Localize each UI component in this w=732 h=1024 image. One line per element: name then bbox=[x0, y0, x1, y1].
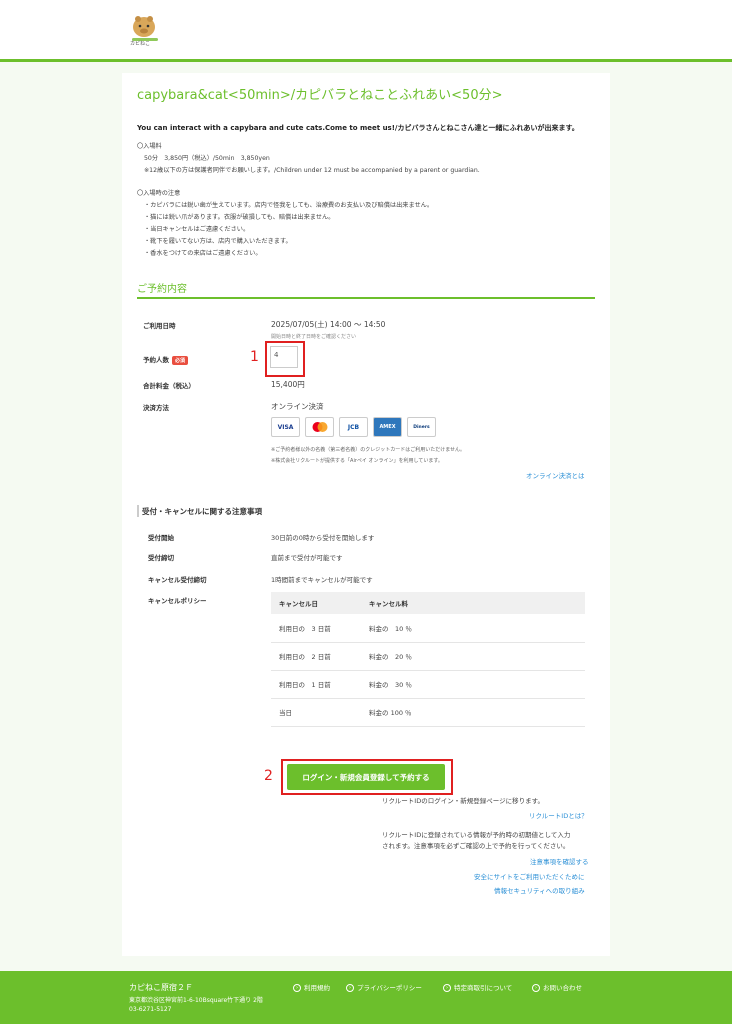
note-item: ・当日キャンセルはご遠慮ください。 bbox=[144, 226, 250, 233]
people-count-input[interactable]: 4 bbox=[270, 346, 298, 368]
safe-use-link[interactable]: 安全にサイトをご利用いただくために bbox=[474, 871, 585, 881]
table-row: 当日 料金の 100 ％ bbox=[271, 698, 585, 727]
annotation-number-1: 1 bbox=[250, 349, 259, 365]
footer-address: 東京都渋谷区神宮前1-6-10Bsquare竹下通り 2階 bbox=[129, 997, 263, 1004]
fee-line-2: ※12歳以下の方は保護者同伴でお願いします。/Children under 12… bbox=[144, 167, 480, 174]
fee-heading: 〇入場料 bbox=[137, 143, 162, 150]
total-value: 15,400円 bbox=[271, 380, 305, 389]
footer-tel: 03-6271-5127 bbox=[129, 1006, 172, 1013]
cancel-deadline-label: キャンセル受付締切 bbox=[148, 576, 207, 584]
cancel-day-cell: 利用日の 3 日前 bbox=[271, 614, 361, 643]
note-item: ・猫には鋭い爪があります。衣服が破損しても、賠償は出来ません。 bbox=[144, 214, 335, 221]
visa-card-icon: VISA bbox=[271, 417, 300, 437]
diners-card-icon: Diners bbox=[407, 417, 436, 437]
footer-link-label: 利用規約 bbox=[304, 984, 330, 992]
table-row: 利用日の 2 日前 料金の 20 ％ bbox=[271, 642, 585, 671]
capybara-logo-icon[interactable]: カピねこ bbox=[128, 10, 162, 50]
site-header: カピねこ bbox=[0, 0, 732, 62]
cancel-deadline-value: 1時間前までキャンセルが可能です bbox=[271, 576, 373, 584]
card-brands: VISA JCB AMEX Diners bbox=[271, 417, 436, 437]
cta-note-2a: リクルートIDに登録されている情報が予約時の初期値として入力 bbox=[382, 831, 571, 839]
footer-shop-name: カピねこ原宿２Ｆ bbox=[129, 983, 193, 992]
section-divider bbox=[137, 297, 595, 299]
chevron-right-icon: › bbox=[532, 984, 540, 992]
start-label: 受付開始 bbox=[148, 534, 174, 542]
subsection-bar bbox=[137, 505, 139, 517]
date-label: ご利用日時 bbox=[143, 322, 176, 330]
cancel-fee-cell: 料金の 10 ％ bbox=[361, 614, 585, 643]
cta-note-1: リクルートIDのログイン・新規登録ページに移ります。 bbox=[382, 797, 544, 805]
amex-card-icon: AMEX bbox=[373, 417, 402, 437]
fee-line-1: 50分 3,850円（税込）/50min 3,850yen bbox=[144, 155, 270, 162]
payment-label: 決済方法 bbox=[143, 404, 169, 412]
cancel-day-cell: 利用日の 2 日前 bbox=[271, 642, 361, 671]
date-note: 開始日時と終了日時をご確認ください bbox=[271, 334, 357, 340]
online-payment-link[interactable]: オンライン決済とは bbox=[526, 470, 585, 480]
end-label: 受付締切 bbox=[148, 554, 174, 562]
lead-text: You can interact with a capybara and cut… bbox=[137, 124, 579, 132]
footer-link-label: プライバシーポリシー bbox=[357, 984, 422, 992]
cancel-fee-cell: 料金の 20 ％ bbox=[361, 642, 585, 671]
payment-value: オンライン決済 bbox=[271, 402, 324, 411]
total-label: 合計料金（税込） bbox=[143, 382, 195, 390]
note-item: ・靴下を履いてない方は、店内で購入いただきます。 bbox=[144, 238, 292, 245]
payment-note-2: ※株式会社リクルートが提供する「Airペイ オンライン」を利用しています。 bbox=[271, 458, 443, 464]
col-cancel-fee: キャンセル料 bbox=[361, 592, 585, 614]
note-item: ・カピバラには鋭い歯が生えています。店内で怪我をしても、治療費のお支払い及び賠償… bbox=[144, 202, 434, 209]
chevron-right-icon: › bbox=[346, 984, 354, 992]
annotation-number-2: 2 bbox=[264, 768, 273, 784]
note-item: ・香水をつけての来店はご遠慮ください。 bbox=[144, 250, 262, 257]
mastercard-icon bbox=[305, 417, 334, 437]
notes-heading: 〇入場時の注意 bbox=[137, 190, 181, 197]
footer-link-terms[interactable]: › 利用規約 bbox=[293, 982, 330, 992]
policy-label: キャンセルポリシー bbox=[148, 597, 207, 605]
payment-note-1: ※ご予約者様以外の名義（第三者名義）のクレジットカードはご利用いただけません。 bbox=[271, 447, 466, 453]
reservation-heading: ご予約内容 bbox=[137, 284, 187, 295]
people-label-text: 予約人数 bbox=[143, 356, 169, 364]
date-value: 2025/07/05(土) 14:00 〜 14:50 bbox=[271, 320, 386, 329]
login-register-reserve-button[interactable]: ログイン・新規会員登録して予約する bbox=[287, 764, 445, 790]
security-link[interactable]: 情報セキュリティへの取り組み bbox=[494, 885, 585, 895]
footer-link-commerce[interactable]: › 特定商取引について bbox=[443, 982, 512, 992]
footer-link-label: お問い合わせ bbox=[543, 984, 582, 992]
chevron-right-icon: › bbox=[293, 984, 301, 992]
table-row: 利用日の 1 日前 料金の 30 ％ bbox=[271, 670, 585, 699]
site-footer bbox=[0, 971, 732, 1024]
cancel-fee-cell: 料金の 100 ％ bbox=[361, 698, 585, 727]
logo-text: カピねこ bbox=[130, 41, 151, 47]
footer-link-privacy[interactable]: › プライバシーポリシー bbox=[346, 982, 422, 992]
people-label: 予約人数 必須 bbox=[143, 354, 189, 365]
cancel-heading: 受付・キャンセルに関する注意事項 bbox=[142, 507, 262, 516]
chevron-right-icon: › bbox=[443, 984, 451, 992]
cancel-policy-table: キャンセル日 キャンセル料 利用日の 3 日前 料金の 10 ％ 利用日の 2 … bbox=[271, 592, 585, 727]
cta-note-2b: されます。注意事項を必ずご確認の上で予約を行ってください。 bbox=[382, 842, 570, 850]
required-badge: 必須 bbox=[172, 355, 189, 365]
caution-link[interactable]: 注意事項を確認する bbox=[530, 856, 589, 866]
cancel-fee-cell: 料金の 30 ％ bbox=[361, 670, 585, 699]
cancel-day-cell: 利用日の 1 日前 bbox=[271, 670, 361, 699]
footer-link-contact[interactable]: › お問い合わせ bbox=[532, 982, 582, 992]
footer-link-label: 特定商取引について bbox=[454, 984, 513, 992]
page-title: capybara&cat<50min>/カピバラとねことふれあい<50分> bbox=[137, 88, 503, 103]
table-row: 利用日の 3 日前 料金の 10 ％ bbox=[271, 614, 585, 643]
jcb-card-icon: JCB bbox=[339, 417, 368, 437]
start-value: 30日前の0時から受付を開始します bbox=[271, 534, 375, 542]
end-value: 直前まで受付が可能です bbox=[271, 554, 343, 562]
col-cancel-day: キャンセル日 bbox=[271, 592, 361, 614]
recruit-id-link[interactable]: リクルートIDとは？ bbox=[529, 810, 588, 820]
cancel-day-cell: 当日 bbox=[271, 698, 361, 727]
